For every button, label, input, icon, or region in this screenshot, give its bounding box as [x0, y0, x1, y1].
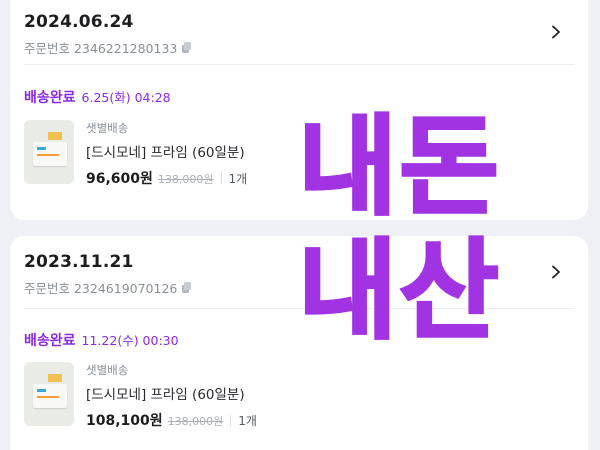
chevron-right-icon[interactable] [546, 22, 566, 42]
order-header[interactable]: 2023.11.21 주문번호 2324619070126 [24, 236, 574, 306]
price-row: 108,100원 138,000원 1개 [86, 410, 257, 430]
price-row: 96,600원 138,000원 1개 [86, 168, 247, 188]
product-info: 샛별배송 [드시모네] 프라임 (60일분) 108,100원 138,000원… [86, 362, 257, 430]
status-label: 배송완료 [24, 90, 76, 106]
product-item[interactable]: 샛별배송 [드시모네] 프라임 (60일분) 108,100원 138,000원… [24, 362, 574, 430]
thumbnail-box [33, 384, 67, 408]
status-time: 11.22(수) 00:30 [81, 333, 179, 348]
product-thumbnail[interactable] [24, 120, 74, 184]
order-number: 주문번호 2324619070126 [24, 278, 192, 297]
separator [220, 172, 222, 184]
product-item[interactable]: 샛별배송 [드시모네] 프라임 (60일분) 96,600원 138,000원 … [24, 120, 574, 188]
status-label: 배송완료 [24, 333, 76, 349]
copy-icon[interactable] [182, 42, 192, 53]
order-history-page: 2024.06.24 주문번호 2346221280133 배송완료 6.25(… [0, 0, 600, 450]
product-info: 샛별배송 [드시모네] 프라임 (60일분) 96,600원 138,000원 … [86, 120, 247, 188]
delivery-status: 배송완료 11.22(수) 00:30 [24, 330, 179, 350]
quantity: 1개 [238, 414, 257, 428]
delivery-type: 샛별배송 [86, 363, 129, 377]
product-name: [드시모네] 프라임 (60일분) [86, 387, 245, 403]
order-number: 주문번호 2346221280133 [24, 38, 192, 57]
original-price: 138,000원 [157, 173, 214, 186]
sale-price: 108,100원 [86, 413, 163, 429]
delivery-status: 배송완료 6.25(화) 04:28 [24, 87, 171, 107]
divider [24, 64, 574, 65]
order-card: 2024.06.24 주문번호 2346221280133 배송완료 6.25(… [10, 0, 588, 220]
thumbnail-box [33, 142, 67, 166]
separator [230, 414, 232, 426]
divider [24, 308, 574, 309]
sale-price: 96,600원 [86, 171, 153, 187]
order-number-text: 주문번호 2346221280133 [24, 41, 178, 56]
quantity: 1개 [228, 172, 248, 186]
status-time: 6.25(화) 04:28 [81, 90, 171, 105]
thumbnail-tag [48, 374, 62, 382]
product-name: [드시모네] 프라임 (60일분) [86, 145, 245, 161]
order-date: 2023.11.21 [24, 252, 134, 272]
copy-icon[interactable] [182, 282, 192, 293]
order-header[interactable]: 2024.06.24 주문번호 2346221280133 [24, 0, 574, 70]
original-price: 138,000원 [167, 415, 224, 428]
order-card: 2023.11.21 주문번호 2324619070126 배송완료 11.22… [10, 236, 588, 450]
thumbnail-tag [48, 132, 62, 140]
chevron-right-icon[interactable] [546, 262, 566, 282]
product-thumbnail[interactable] [24, 362, 74, 426]
delivery-type: 샛별배송 [86, 121, 129, 135]
order-date: 2024.06.24 [24, 12, 134, 32]
order-number-text: 주문번호 2324619070126 [24, 281, 178, 296]
